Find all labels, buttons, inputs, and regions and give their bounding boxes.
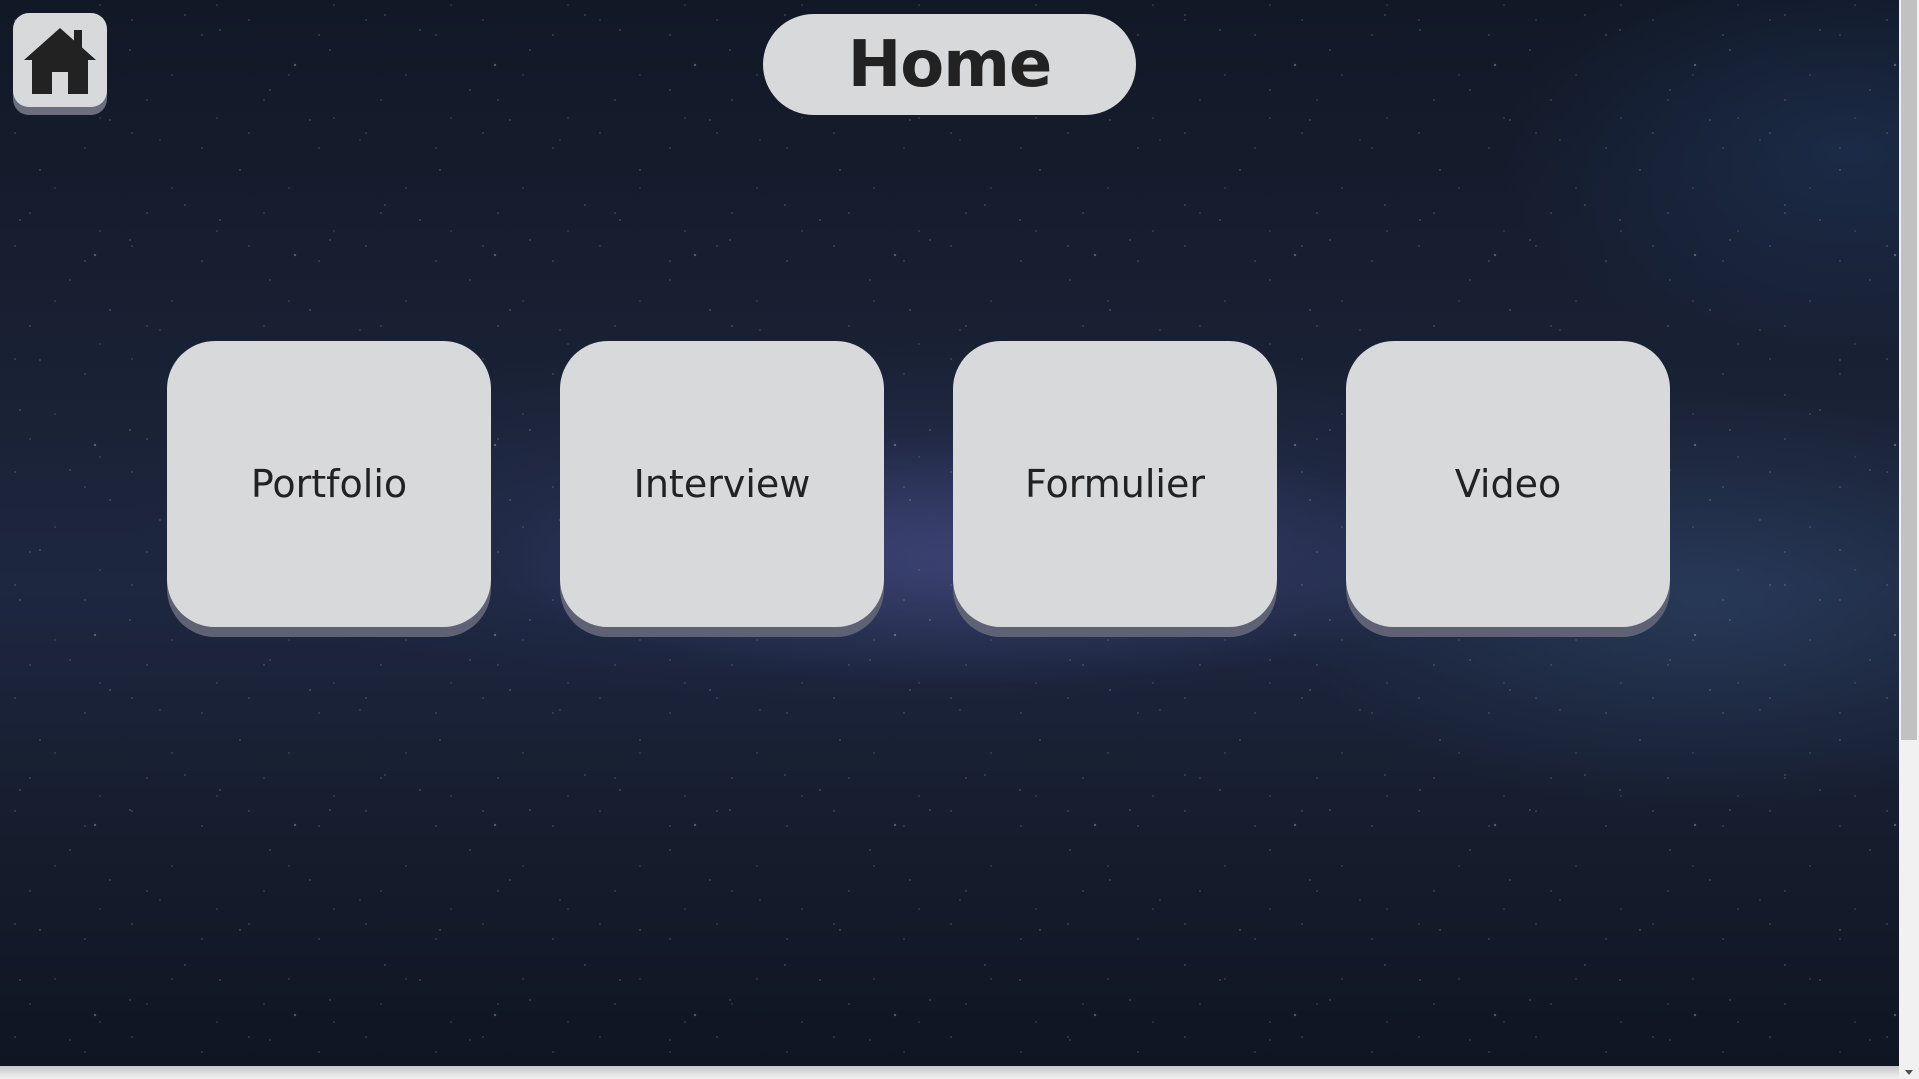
- interview-button[interactable]: Interview: [560, 341, 884, 627]
- video-label: Video: [1454, 462, 1562, 506]
- scroll-down-arrow-icon[interactable]: [1899, 1065, 1919, 1079]
- scrollbar-thumb[interactable]: [1901, 0, 1917, 740]
- page-title: Home: [847, 27, 1053, 102]
- starfield-background: Home Portfolio Interview Formulier Video: [0, 0, 1899, 1066]
- interview-label: Interview: [633, 462, 811, 506]
- portfolio-button[interactable]: Portfolio: [167, 341, 491, 627]
- portfolio-label: Portfolio: [250, 462, 408, 506]
- home-button[interactable]: [13, 13, 107, 107]
- formulier-label: Formulier: [1025, 462, 1205, 506]
- horizontal-scroll-edge: [0, 1066, 1899, 1079]
- video-button[interactable]: Video: [1346, 341, 1670, 627]
- vertical-scrollbar[interactable]: [1899, 0, 1919, 1079]
- page-title-pill: Home: [763, 14, 1136, 115]
- formulier-button[interactable]: Formulier: [953, 341, 1277, 627]
- house-icon: [24, 28, 96, 94]
